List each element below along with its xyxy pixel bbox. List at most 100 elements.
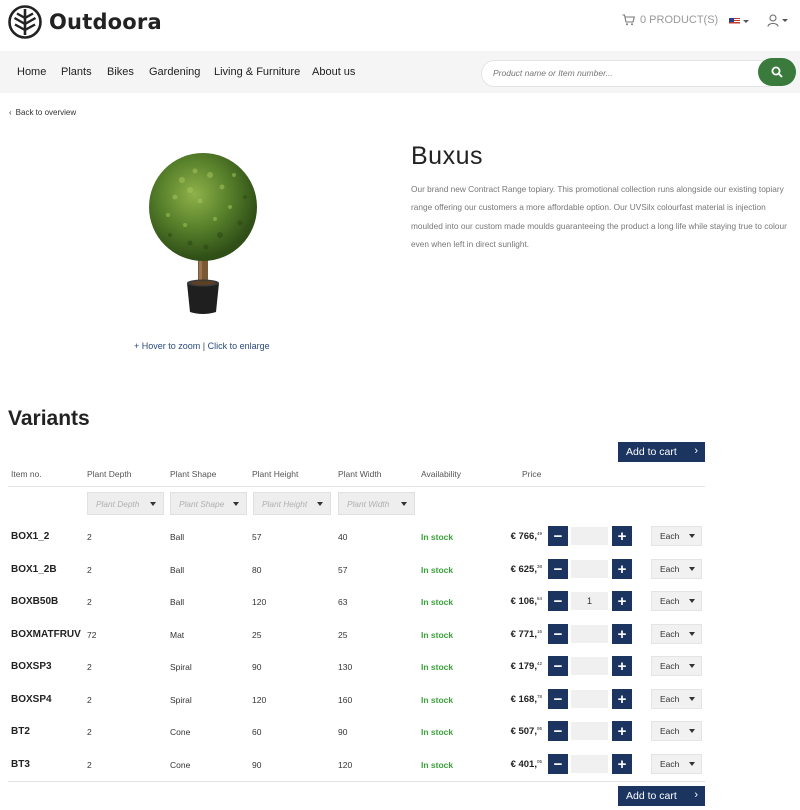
quantity-input[interactable]: [571, 592, 608, 610]
increase-quantity-button[interactable]: +: [612, 656, 632, 676]
unit-select[interactable]: Each: [651, 624, 702, 644]
price: € 401,05: [470, 759, 542, 770]
item-number[interactable]: BOXB50B: [11, 596, 58, 607]
increase-quantity-button[interactable]: +: [612, 689, 632, 709]
column-header-plant-depth: Plant Depth: [87, 469, 132, 479]
unit-select[interactable]: Each: [651, 754, 702, 774]
nav-item-plants[interactable]: Plants: [61, 66, 92, 78]
increase-quantity-button[interactable]: +: [612, 526, 632, 546]
item-number[interactable]: BOXSP4: [11, 694, 52, 705]
plant-depth: 2: [87, 695, 92, 705]
item-number[interactable]: BT2: [11, 726, 30, 737]
plant-height: 90: [252, 662, 262, 672]
nav-item-gardening[interactable]: Gardening: [149, 66, 200, 78]
price: € 766,49: [470, 531, 542, 542]
unit-select[interactable]: Each: [651, 656, 702, 676]
item-number[interactable]: BOXSP3: [11, 661, 52, 672]
add-to-cart-button-top[interactable]: Add to cart ›: [618, 442, 705, 462]
decrease-quantity-button[interactable]: −: [548, 624, 568, 644]
filter-label: Plant Width: [347, 498, 390, 509]
availability-status: In stock: [421, 695, 454, 705]
unit-select[interactable]: Each: [651, 559, 702, 579]
plant-shape: Ball: [170, 565, 185, 575]
quantity-input[interactable]: [571, 560, 608, 578]
item-number[interactable]: BOX1_2: [11, 531, 49, 542]
plant-height: 80: [252, 565, 262, 575]
increase-quantity-button[interactable]: +: [612, 624, 632, 644]
table-row: BT3 2 Cone 90 120 In stock € 401,05 − + …: [0, 749, 800, 781]
product-image[interactable]: [130, 135, 280, 320]
brand-logo[interactable]: Outdoora: [8, 5, 162, 39]
product-title: Buxus: [411, 142, 483, 170]
minus-icon: −: [553, 592, 563, 610]
caret-down-icon: [233, 502, 239, 506]
nav-item-about-us[interactable]: About us: [312, 66, 355, 78]
item-number[interactable]: BOXMATFRUV: [11, 629, 81, 640]
price-cents: 95: [536, 726, 542, 731]
account-menu[interactable]: [767, 14, 788, 27]
price: € 106,84: [470, 596, 542, 607]
plant-depth: 2: [87, 597, 92, 607]
minus-icon: −: [553, 690, 563, 708]
decrease-quantity-button[interactable]: −: [548, 656, 568, 676]
decrease-quantity-button[interactable]: −: [548, 526, 568, 546]
quantity-input[interactable]: [571, 722, 608, 740]
increase-quantity-button[interactable]: +: [612, 721, 632, 741]
nav-item-bikes[interactable]: Bikes: [107, 66, 134, 78]
unit-select[interactable]: Each: [651, 526, 702, 546]
nav-item-living-furniture[interactable]: Living & Furniture: [214, 66, 300, 78]
increase-quantity-button[interactable]: +: [612, 754, 632, 774]
unit-value: Each: [660, 661, 680, 671]
decrease-quantity-button[interactable]: −: [548, 559, 568, 579]
filter-plant-height[interactable]: Plant Height: [253, 492, 331, 515]
availability-status: In stock: [421, 597, 454, 607]
decrease-quantity-button[interactable]: −: [548, 689, 568, 709]
plant-height: 90: [252, 760, 262, 770]
table-row: BOX1_2 2 Ball 57 40 In stock € 766,49 − …: [0, 521, 800, 553]
decrease-quantity-button[interactable]: −: [548, 721, 568, 741]
unit-select[interactable]: Each: [651, 689, 702, 709]
item-number[interactable]: BOX1_2B: [11, 564, 57, 575]
increase-quantity-button[interactable]: +: [612, 559, 632, 579]
zoom-hint-link[interactable]: + Hover to zoom | Click to enlarge: [134, 341, 270, 351]
filter-plant-shape[interactable]: Plant Shape: [170, 492, 247, 515]
plant-shape: Ball: [170, 532, 185, 542]
table-row: BOXB50B 2 Ball 120 63 In stock € 106,84 …: [0, 586, 800, 618]
chevron-down-icon: [782, 19, 788, 22]
availability-status: In stock: [421, 532, 454, 542]
unit-select[interactable]: Each: [651, 591, 702, 611]
search-button[interactable]: [758, 58, 796, 86]
increase-quantity-button[interactable]: +: [612, 591, 632, 611]
plus-icon: +: [617, 722, 627, 740]
item-number[interactable]: BT3: [11, 759, 30, 770]
quantity-input[interactable]: [571, 755, 608, 773]
search-input[interactable]: [493, 68, 743, 78]
back-to-overview-link[interactable]: ‹ Back to overview: [9, 108, 76, 117]
unit-value: Each: [660, 759, 680, 769]
caret-down-icon: [689, 534, 695, 538]
availability-status: In stock: [421, 662, 454, 672]
unit-select[interactable]: Each: [651, 721, 702, 741]
price-main: € 766,: [510, 531, 537, 542]
decrease-quantity-button[interactable]: −: [548, 591, 568, 611]
caret-down-icon: [317, 502, 323, 506]
quantity-input[interactable]: [571, 657, 608, 675]
caret-down-icon: [689, 567, 695, 571]
add-to-cart-label: Add to cart: [626, 790, 677, 802]
caret-down-icon: [401, 502, 407, 506]
price-main: € 179,: [510, 661, 537, 672]
language-selector[interactable]: [729, 18, 749, 25]
table-row: BOXMATFRUV 72 Mat 25 25 In stock € 771,1…: [0, 619, 800, 651]
availability-status: In stock: [421, 630, 454, 640]
filter-plant-depth[interactable]: Plant Depth: [87, 492, 164, 515]
add-to-cart-button-bottom[interactable]: Add to cart ›: [618, 786, 705, 806]
quantity-input[interactable]: [571, 690, 608, 708]
quantity-input[interactable]: [571, 527, 608, 545]
minus-icon: −: [553, 755, 563, 773]
quantity-input[interactable]: [571, 625, 608, 643]
decrease-quantity-button[interactable]: −: [548, 754, 568, 774]
filter-plant-width[interactable]: Plant Width: [338, 492, 415, 515]
nav-item-home[interactable]: Home: [17, 66, 46, 78]
us-flag-icon: [729, 18, 740, 25]
cart-link[interactable]: 0 PRODUCT(S): [622, 14, 718, 26]
